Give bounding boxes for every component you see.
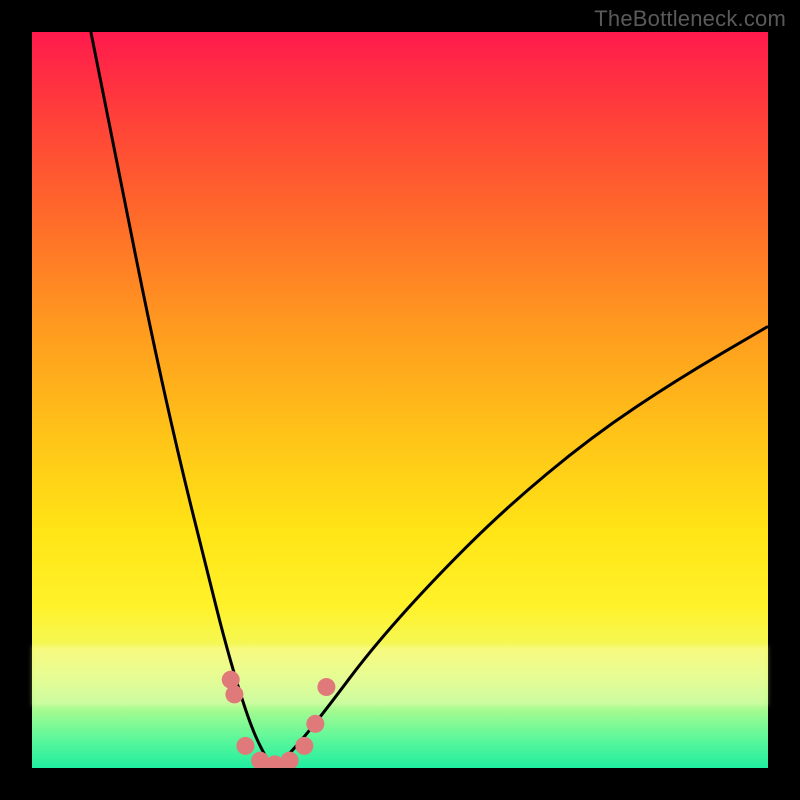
sample-dot bbox=[317, 678, 335, 696]
sample-dot bbox=[306, 715, 324, 733]
chart-frame: TheBottleneck.com bbox=[0, 0, 800, 800]
sample-dot bbox=[225, 685, 243, 703]
sample-dot bbox=[295, 737, 313, 755]
watermark-text: TheBottleneck.com bbox=[594, 6, 786, 32]
chart-svg bbox=[32, 32, 768, 768]
curve-right-branch bbox=[275, 326, 768, 768]
plot-area bbox=[32, 32, 768, 768]
sample-dot bbox=[236, 737, 254, 755]
curve-left-branch bbox=[91, 32, 275, 768]
sample-dot bbox=[281, 752, 299, 768]
